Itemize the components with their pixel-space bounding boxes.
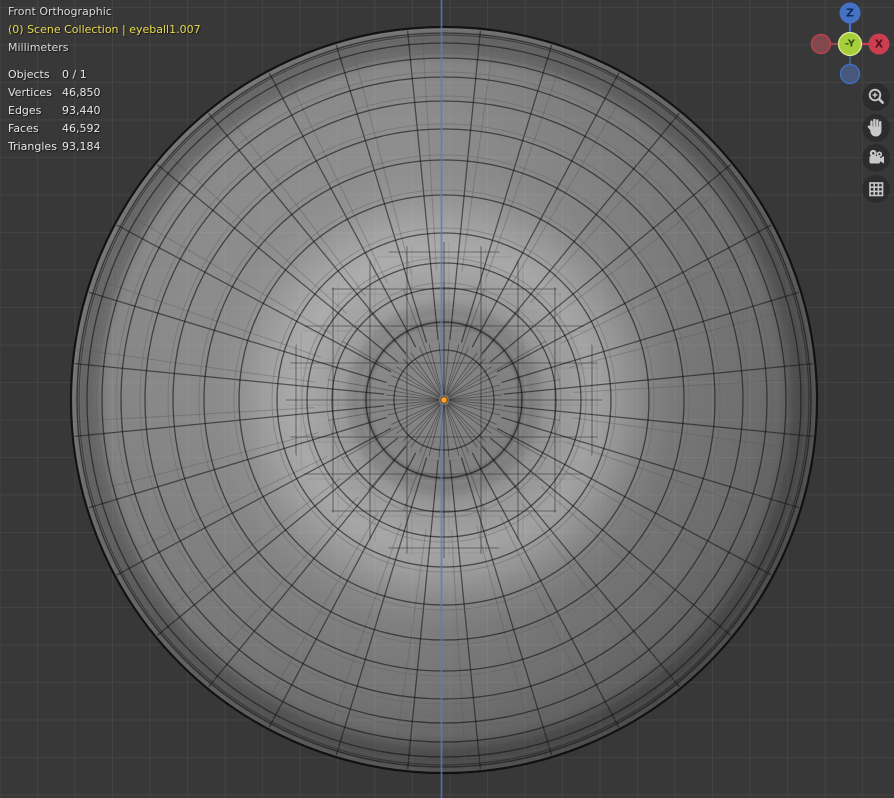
hand-icon (862, 114, 890, 142)
stat-label: Edges (8, 102, 62, 120)
gizmo-y-negative-ball[interactable]: -Y (839, 33, 862, 56)
stat-value: 0 / 1 (62, 66, 87, 84)
camera-icon (862, 144, 890, 172)
viewport-canvas[interactable] (0, 0, 894, 798)
stat-row-faces: Faces 46,592 (8, 120, 101, 138)
stat-row-triangles: Triangles 93,184 (8, 138, 101, 156)
stat-row-edges: Edges 93,440 (8, 102, 101, 120)
blender-3d-viewport[interactable]: Front Orthographic (0) Scene Collection … (0, 0, 894, 798)
projection-toggle-button[interactable] (862, 175, 890, 203)
stat-label: Vertices (8, 84, 62, 102)
stat-value: 93,184 (62, 138, 101, 156)
gizmo-z-label: Z (846, 7, 854, 20)
stat-value: 46,850 (62, 84, 101, 102)
camera-view-button[interactable] (862, 144, 890, 172)
viewport-nav-buttons (862, 83, 890, 203)
breadcrumb: (0) Scene Collection | eyeball1.007 (8, 21, 201, 39)
gizmo-x-negative-ball[interactable] (812, 35, 831, 54)
stat-row-objects: Objects 0 / 1 (8, 66, 101, 84)
gizmo-z-negative-ball[interactable] (841, 65, 860, 84)
magnify-plus-icon (862, 83, 890, 111)
view-axis-gizmo[interactable]: Z X -Y (806, 0, 894, 88)
stat-value: 93,440 (62, 102, 101, 120)
zoom-button[interactable] (862, 83, 890, 111)
gizmo-x-ball[interactable]: X (869, 34, 890, 55)
gizmo-y-label: -Y (845, 39, 856, 50)
viewport-header: Front Orthographic (0) Scene Collection … (8, 3, 201, 57)
grid-icon (862, 175, 890, 203)
stat-label: Triangles (8, 138, 62, 156)
stat-value: 46,592 (62, 120, 101, 138)
statistics-overlay: Objects 0 / 1 Vertices 46,850 Edges 93,4… (8, 66, 101, 156)
pan-button[interactable] (862, 114, 890, 142)
gizmo-x-label: X (875, 38, 884, 51)
stat-row-vertices: Vertices 46,850 (8, 84, 101, 102)
view-label: Front Orthographic (8, 3, 201, 21)
stat-label: Objects (8, 66, 62, 84)
gizmo-z-ball[interactable]: Z (840, 3, 861, 24)
units-label: Millimeters (8, 39, 201, 57)
stat-label: Faces (8, 120, 62, 138)
